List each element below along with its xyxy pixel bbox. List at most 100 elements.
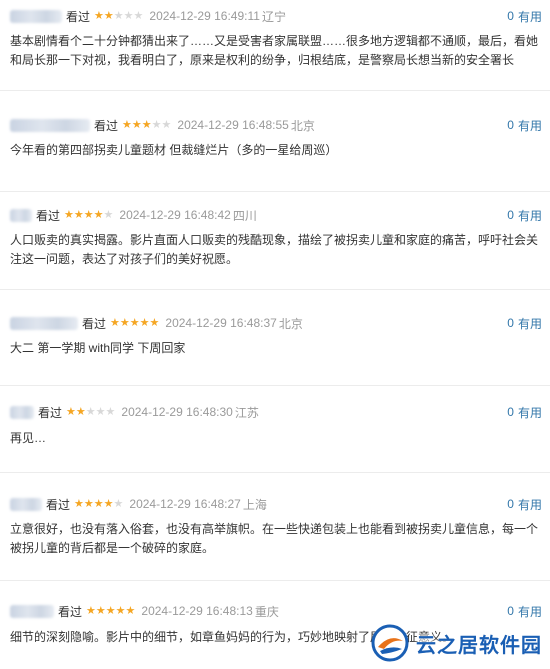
star-icon: ★ — [139, 316, 150, 329]
username-redacted[interactable] — [10, 208, 32, 222]
star-icon: ★ — [103, 497, 114, 510]
star-icon: ★ — [95, 405, 106, 418]
review-meta: 看过 ★ ★ ★ ★ ★ 2024-12-29 16:48:30 江苏 — [10, 404, 259, 420]
review-content: 基本剧情看个二十分钟都猜出来了……又是受害者家属联盟……很多地方逻辑都不通顺，最… — [10, 34, 539, 67]
watched-status: 看过 — [82, 316, 107, 331]
useful-button[interactable]: 有用 — [518, 8, 542, 25]
review-content: 人口贩卖的真实揭露。影片直面人口贩卖的残酷现象，描绘了被拐卖儿童和家庭的痛苦，呼… — [10, 233, 539, 266]
star-icon: ★ — [119, 316, 130, 329]
username-redacted[interactable] — [10, 497, 42, 511]
useful-button[interactable]: 有用 — [518, 496, 542, 513]
review-meta: 看过 ★ ★ ★ ★ ★ 2024-12-29 16:48:42 四川 — [10, 207, 257, 223]
star-icon: ★ — [94, 9, 104, 22]
review-time: 2024-12-29 16:48:13 — [141, 604, 253, 618]
watermark-logo-icon — [371, 624, 409, 662]
username-redacted[interactable] — [10, 604, 54, 618]
review-location: 北京 — [290, 118, 315, 133]
rating-stars: ★ ★ ★ ★ ★ — [64, 208, 114, 221]
star-icon: ★ — [131, 118, 142, 131]
star-icon: ★ — [115, 604, 126, 617]
star-icon: ★ — [110, 316, 120, 329]
useful-count: 0 — [507, 118, 514, 132]
username-redacted[interactable] — [10, 316, 78, 330]
watched-status: 看过 — [66, 9, 91, 24]
rating-stars: ★ ★ ★ ★ ★ — [86, 604, 136, 617]
watermark: 云之居软件园 — [370, 623, 542, 663]
username-redacted[interactable] — [10, 405, 34, 419]
star-icon: ★ — [86, 604, 96, 617]
star-icon: ★ — [123, 9, 134, 22]
star-icon: ★ — [93, 497, 104, 510]
username-redacted[interactable] — [10, 118, 90, 132]
star-icon: ★ — [66, 405, 76, 418]
useful-count: 0 — [507, 497, 514, 511]
useful-vote[interactable]: 0 有用 — [507, 117, 542, 133]
useful-count: 0 — [507, 316, 514, 330]
star-icon: ★ — [83, 497, 94, 510]
divider — [0, 191, 550, 192]
review-time: 2024-12-29 16:48:30 — [121, 405, 233, 419]
divider — [0, 580, 550, 581]
star-icon: ★ — [151, 118, 162, 131]
rating-stars: ★ ★ ★ ★ ★ — [110, 316, 160, 329]
review-time: 2024-12-29 16:48:27 — [129, 497, 241, 511]
review-content: 今年看的第四部拐卖儿童题材 但裁缝烂片（多的一星给周巡） — [10, 143, 338, 157]
useful-button[interactable]: 有用 — [518, 603, 542, 620]
review-location: 北京 — [278, 316, 303, 331]
useful-count: 0 — [507, 604, 514, 618]
useful-vote[interactable]: 0 有用 — [507, 207, 542, 223]
review-meta: 看过 ★ ★ ★ ★ ★ 2024-12-29 16:48:13 重庆 — [10, 603, 279, 619]
star-icon: ★ — [141, 118, 152, 131]
star-icon: ★ — [64, 208, 74, 221]
useful-button[interactable]: 有用 — [518, 404, 542, 421]
watched-status: 看过 — [46, 497, 71, 512]
star-icon: ★ — [113, 9, 124, 22]
review-location: 重庆 — [254, 604, 279, 619]
useful-button[interactable]: 有用 — [518, 207, 542, 224]
star-icon: ★ — [103, 9, 114, 22]
star-icon: ★ — [125, 604, 136, 617]
useful-vote[interactable]: 0 有用 — [507, 8, 542, 24]
rating-stars: ★ ★ ★ ★ ★ — [122, 118, 172, 131]
star-icon: ★ — [73, 208, 84, 221]
rating-stars: ★ ★ ★ ★ ★ — [94, 9, 144, 22]
watched-status: 看过 — [58, 604, 83, 619]
username-redacted[interactable] — [10, 9, 62, 23]
useful-vote[interactable]: 0 有用 — [507, 603, 542, 619]
useful-button[interactable]: 有用 — [518, 117, 542, 134]
useful-count: 0 — [507, 9, 514, 23]
review-time: 2024-12-29 16:48:55 — [177, 118, 289, 132]
divider — [0, 90, 550, 91]
review-content: 再见… — [10, 431, 47, 445]
star-icon: ★ — [113, 497, 124, 510]
star-icon: ★ — [129, 316, 140, 329]
review-time: 2024-12-29 16:48:42 — [119, 208, 231, 222]
star-icon: ★ — [105, 405, 116, 418]
star-icon: ★ — [83, 208, 94, 221]
star-icon: ★ — [161, 118, 172, 131]
review-meta: 看过 ★ ★ ★ ★ ★ 2024-12-29 16:48:37 北京 — [10, 315, 303, 331]
review-content: 大二 第一学期 with同学 下周回家 — [10, 341, 186, 355]
watched-status: 看过 — [36, 208, 61, 223]
star-icon: ★ — [103, 208, 114, 221]
useful-count: 0 — [507, 405, 514, 419]
star-icon: ★ — [133, 9, 144, 22]
star-icon: ★ — [75, 405, 86, 418]
divider — [0, 385, 550, 386]
star-icon: ★ — [122, 118, 132, 131]
divider — [0, 289, 550, 290]
star-icon: ★ — [93, 208, 104, 221]
review-time: 2024-12-29 16:49:11 — [149, 9, 260, 23]
rating-stars: ★ ★ ★ ★ ★ — [66, 405, 116, 418]
star-icon: ★ — [74, 497, 84, 510]
watched-status: 看过 — [38, 405, 63, 420]
useful-count: 0 — [507, 208, 514, 222]
useful-vote[interactable]: 0 有用 — [507, 315, 542, 331]
star-icon: ★ — [149, 316, 160, 329]
review-meta: 看过 ★ ★ ★ ★ ★ 2024-12-29 16:49:11 辽宁 — [10, 8, 286, 24]
review-location: 辽宁 — [261, 9, 286, 24]
useful-vote[interactable]: 0 有用 — [507, 404, 542, 420]
divider — [0, 472, 550, 473]
useful-button[interactable]: 有用 — [518, 315, 542, 332]
useful-vote[interactable]: 0 有用 — [507, 496, 542, 512]
